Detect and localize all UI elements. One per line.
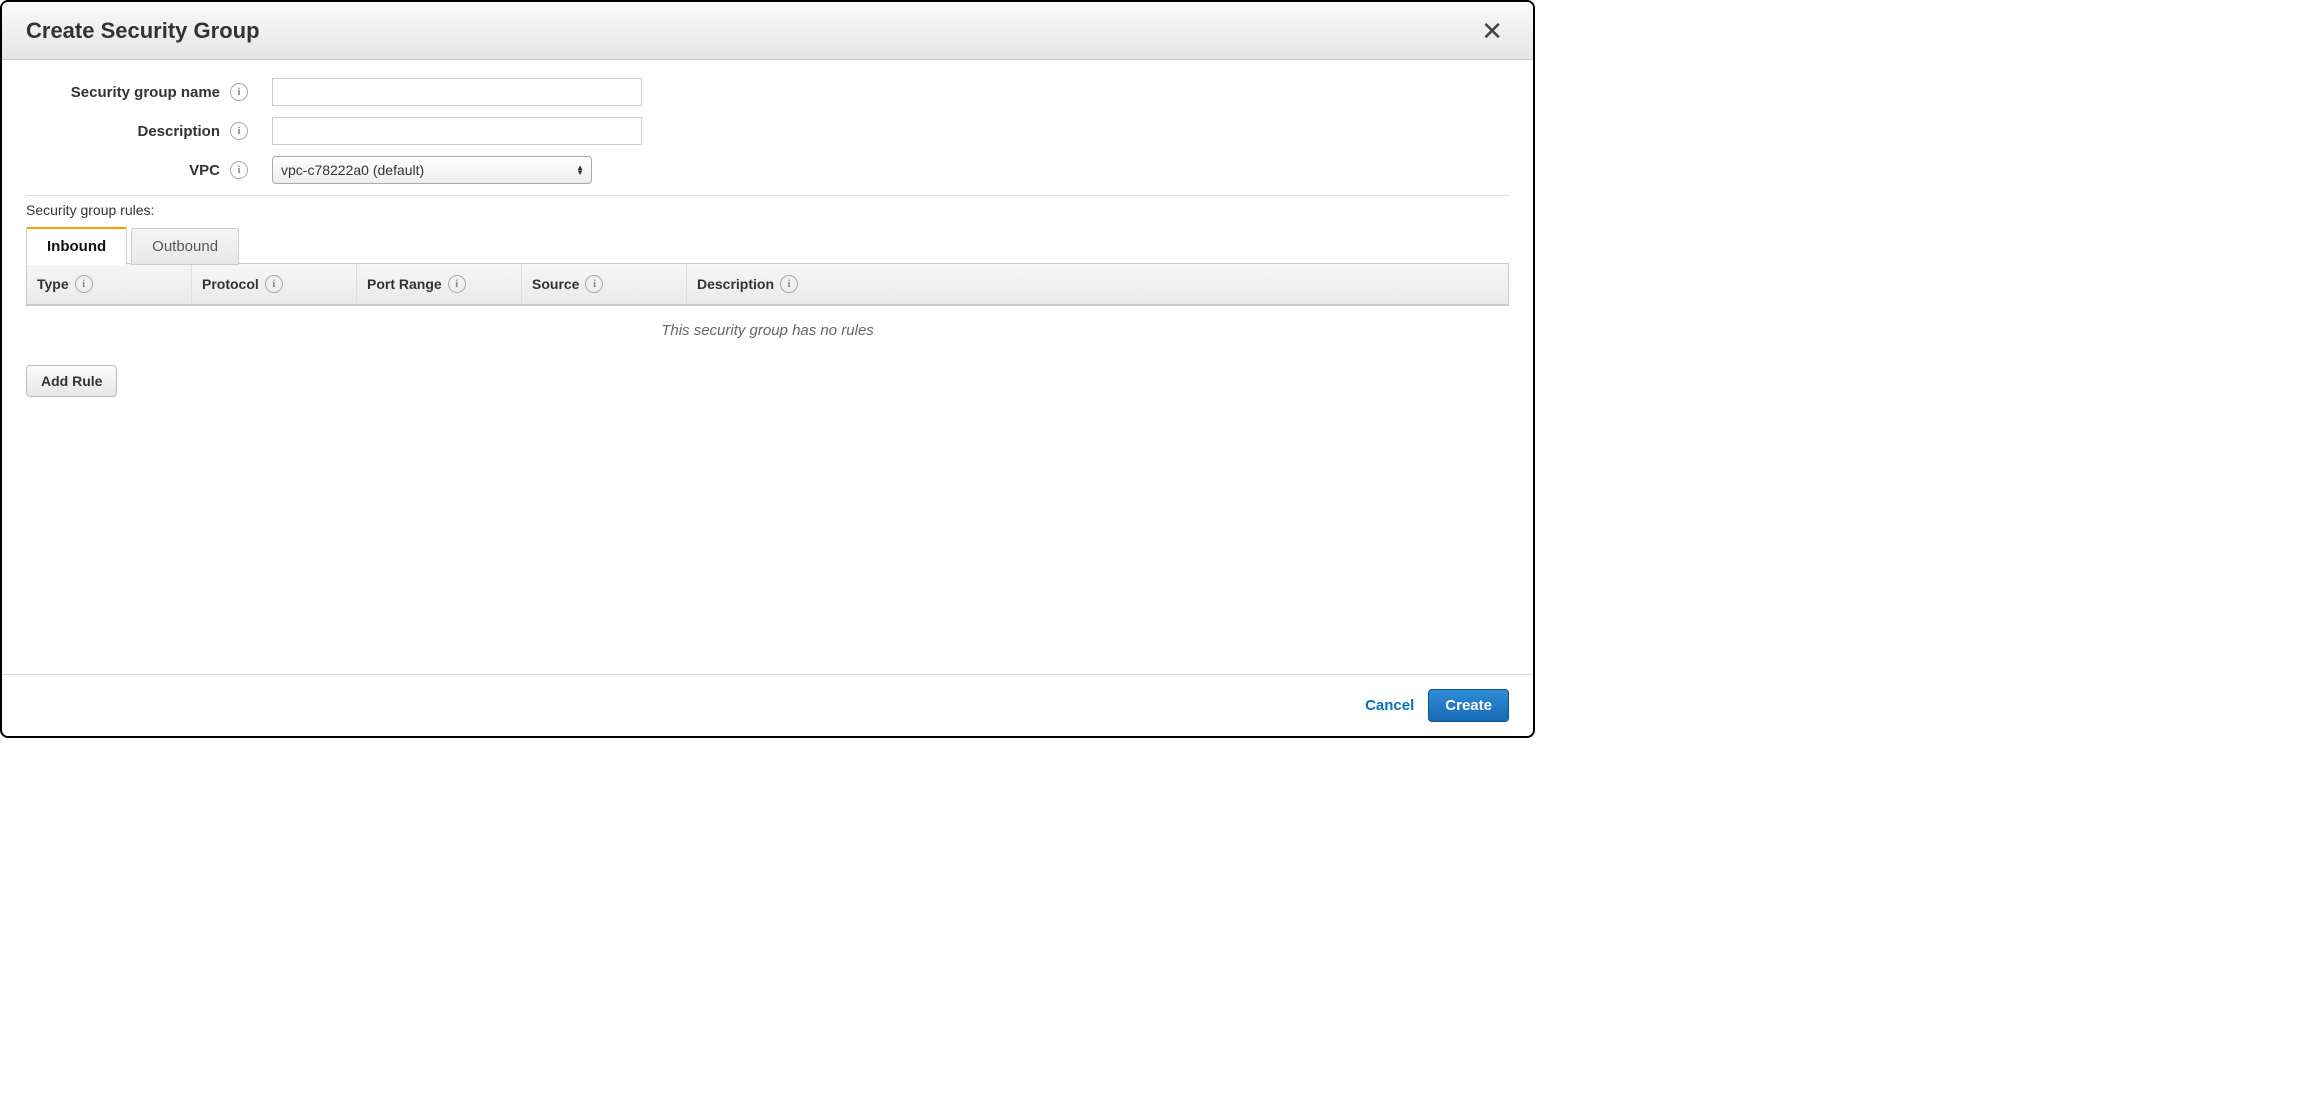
column-protocol: Protocol bbox=[192, 264, 357, 304]
cancel-button[interactable]: Cancel bbox=[1365, 697, 1414, 714]
create-button[interactable]: Create bbox=[1428, 689, 1509, 722]
tab-outbound[interactable]: Outbound bbox=[131, 228, 239, 265]
create-security-group-dialog: Create Security Group ✕ Security group n… bbox=[0, 0, 1535, 738]
column-type-label: Type bbox=[37, 276, 69, 292]
column-type: Type bbox=[27, 264, 192, 304]
description-input[interactable] bbox=[272, 117, 642, 145]
security-group-name-label: Security group name bbox=[26, 84, 226, 101]
security-group-name-input[interactable] bbox=[272, 78, 642, 106]
info-icon[interactable] bbox=[585, 275, 603, 293]
dialog-footer: Cancel Create bbox=[2, 674, 1533, 736]
close-icon[interactable]: ✕ bbox=[1475, 18, 1509, 44]
dialog-header: Create Security Group ✕ bbox=[2, 2, 1533, 60]
rules-section-label: Security group rules: bbox=[26, 202, 1509, 218]
column-description-label: Description bbox=[697, 276, 774, 292]
column-description: Description bbox=[687, 264, 1508, 304]
rules-table-header: Type Protocol Port Range Source bbox=[27, 263, 1508, 305]
vpc-selected-value: vpc-c78222a0 (default) bbox=[281, 162, 424, 178]
column-port-range-label: Port Range bbox=[367, 276, 442, 292]
info-icon[interactable] bbox=[265, 275, 283, 293]
info-icon[interactable] bbox=[780, 275, 798, 293]
dialog-title: Create Security Group bbox=[26, 18, 260, 44]
security-group-name-row: Security group name bbox=[26, 78, 1509, 106]
info-icon[interactable] bbox=[230, 122, 248, 140]
rules-table: Type Protocol Port Range Source bbox=[26, 263, 1509, 306]
vpc-select-wrap: vpc-c78222a0 (default) ▲▼ bbox=[272, 156, 592, 184]
info-icon[interactable] bbox=[448, 275, 466, 293]
rules-section: Security group rules: Inbound Outbound T… bbox=[26, 195, 1509, 397]
tab-inbound[interactable]: Inbound bbox=[26, 227, 127, 265]
rules-tabs: Inbound Outbound bbox=[26, 226, 1509, 264]
column-port-range: Port Range bbox=[357, 264, 522, 304]
info-icon[interactable] bbox=[75, 275, 93, 293]
description-row: Description bbox=[26, 117, 1509, 145]
vpc-row: VPC vpc-c78222a0 (default) ▲▼ bbox=[26, 156, 1509, 184]
info-icon[interactable] bbox=[230, 83, 248, 101]
column-source-label: Source bbox=[532, 276, 579, 292]
column-source: Source bbox=[522, 264, 687, 304]
dialog-body: Security group name Description VPC vpc-… bbox=[2, 60, 1533, 674]
vpc-label: VPC bbox=[26, 162, 226, 179]
add-rule-button[interactable]: Add Rule bbox=[26, 365, 117, 397]
no-rules-message: This security group has no rules bbox=[26, 306, 1509, 355]
vpc-select[interactable]: vpc-c78222a0 (default) bbox=[272, 156, 592, 184]
column-protocol-label: Protocol bbox=[202, 276, 259, 292]
info-icon[interactable] bbox=[230, 161, 248, 179]
description-label: Description bbox=[26, 123, 226, 140]
